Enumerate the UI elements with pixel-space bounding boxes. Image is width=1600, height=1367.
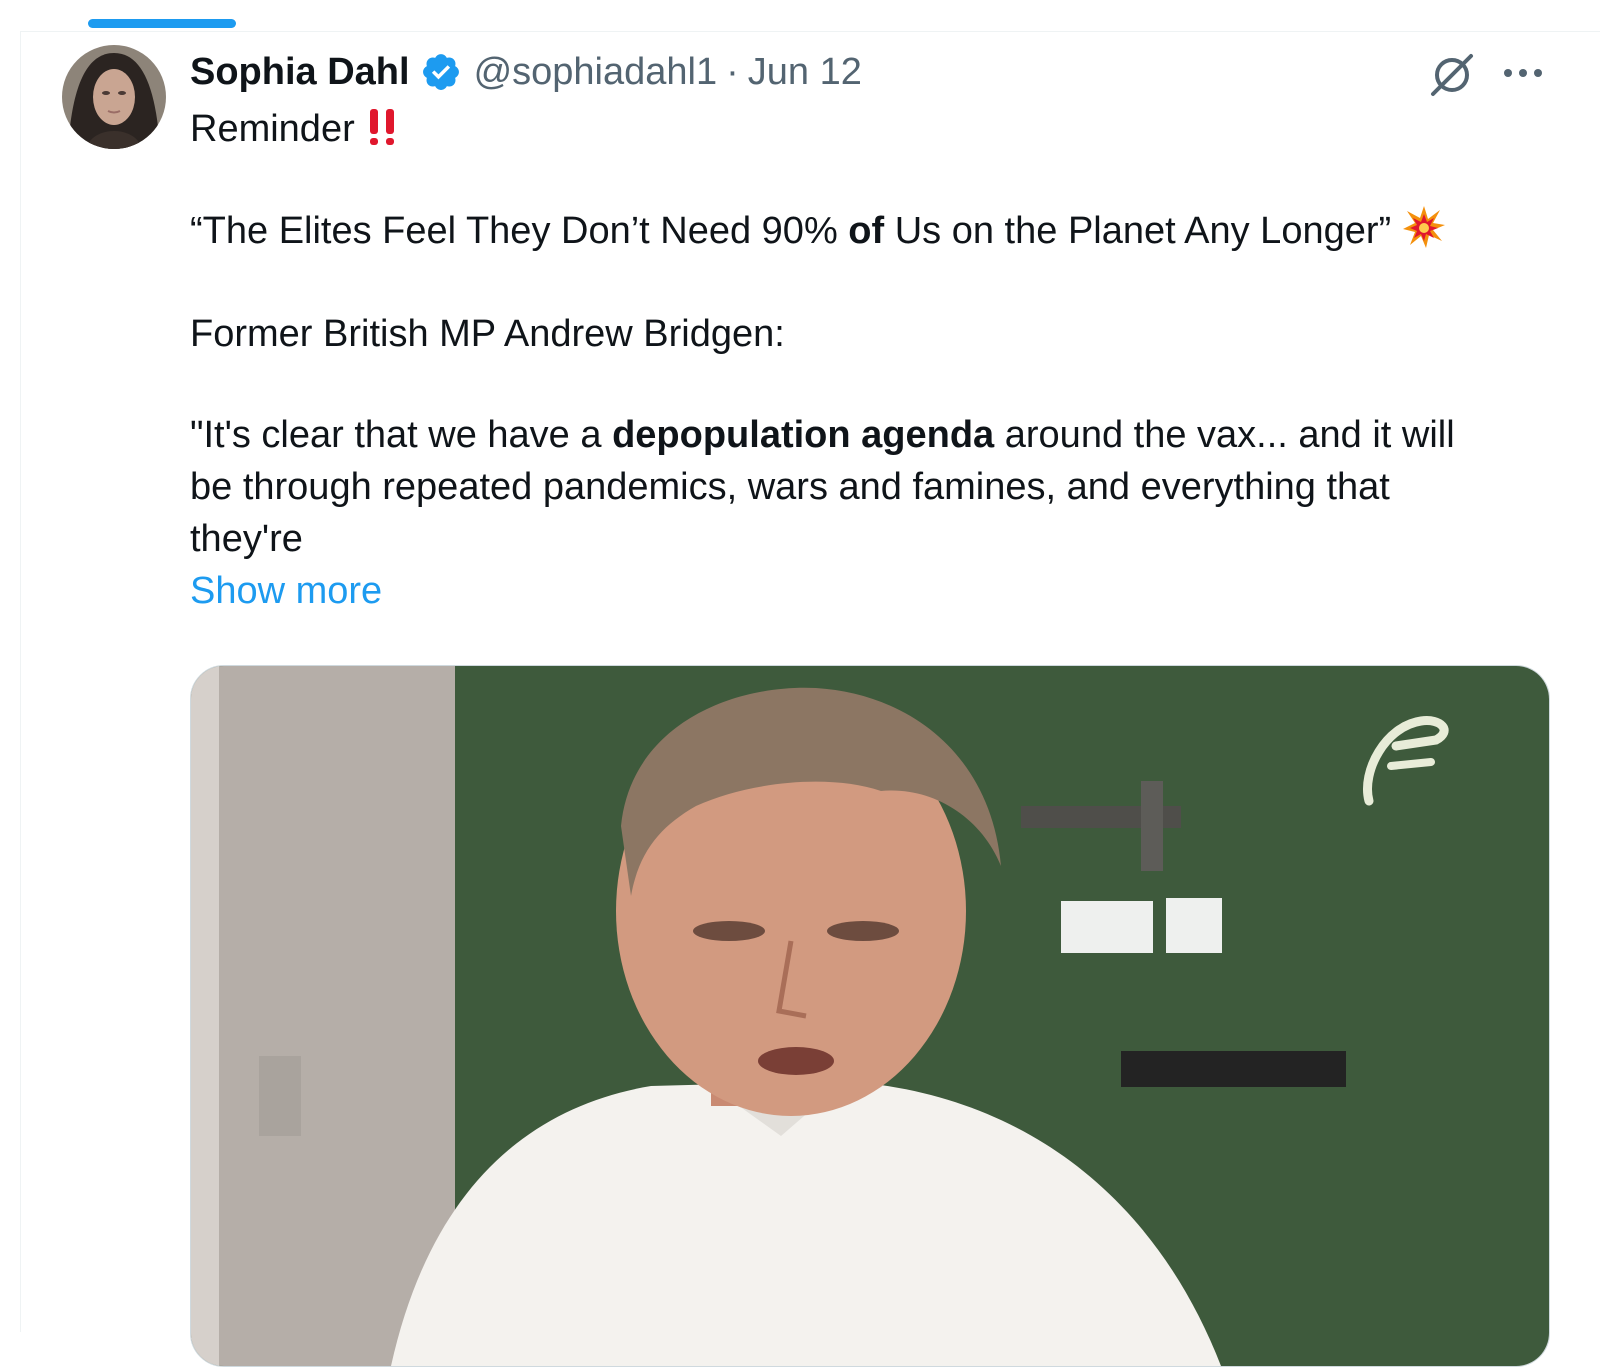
tweet-text-line: "It's clear that we have a depopulation … (190, 414, 1455, 456)
tweet-text-line: Reminder (190, 103, 1550, 161)
display-name[interactable]: Sophia Dahl (190, 48, 410, 96)
verified-badge-icon[interactable] (420, 51, 462, 93)
collision-emoji (1402, 205, 1446, 263)
author-handle[interactable]: @sophiadahl1 (474, 48, 718, 96)
active-tab-indicator (88, 19, 236, 28)
separator-dot: · (726, 51, 739, 93)
tweet-text-line: “The Elites Feel They Don’t Need 90% of … (190, 205, 1550, 263)
tweet-date[interactable]: Jun 12 (748, 48, 862, 96)
video-thumbnail[interactable] (190, 665, 1550, 1367)
tweet-text-line: they're (190, 518, 303, 560)
show-more-link[interactable]: Show more (190, 565, 1550, 617)
tweet-text-line: be through repeated pandemics, wars and … (190, 466, 1390, 508)
tweet-header: Sophia Dahl @sophiadahl1 · Jun 12 (190, 48, 862, 96)
double-exclamation-emoji (365, 107, 399, 161)
avatar[interactable] (62, 45, 166, 149)
more-options-icon[interactable] (1501, 58, 1545, 88)
grok-icon[interactable] (1428, 51, 1476, 99)
tweet-text-line: Former British MP Andrew Bridgen: (190, 313, 785, 355)
